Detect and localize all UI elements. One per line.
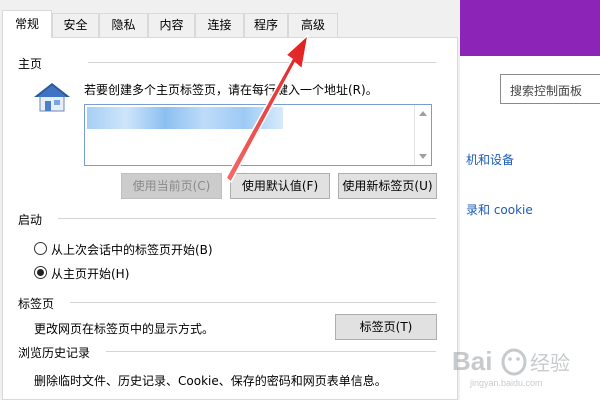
home-instruction: 若要创建多个主页标签页，请在每行键入一个地址(R)。 — [84, 83, 378, 97]
use-default-button[interactable]: 使用默认值(F) — [230, 173, 330, 199]
radio-last-session[interactable] — [34, 242, 47, 255]
history-section-title: 浏览历史记录 — [18, 346, 91, 360]
tab-bar: 常规 安全 隐私 内容 连接 程序 高级 — [0, 0, 460, 38]
tab-advanced[interactable]: 高级 — [288, 13, 338, 37]
control-panel-link-cookie[interactable]: 录和 cookie — [466, 201, 533, 218]
home-page-address-textarea[interactable] — [84, 104, 432, 166]
control-panel-link-devices[interactable]: 机和设备 — [466, 151, 514, 168]
scroll-down-icon[interactable] — [419, 154, 427, 159]
radio-last-session-label[interactable]: 从上次会话中的标签页开始(B) — [51, 241, 213, 258]
tabs-section-divider — [70, 302, 436, 303]
history-section-divider — [106, 351, 436, 352]
tab-security[interactable]: 安全 — [52, 13, 99, 37]
watermark-text-jingyan: 经验 — [530, 351, 570, 375]
control-panel-header — [458, 0, 600, 56]
home-icon — [34, 83, 70, 112]
use-new-tab-button[interactable]: 使用新标签页(U) — [338, 173, 437, 199]
tab-content[interactable]: 内容 — [148, 13, 195, 37]
home-section-title: 主页 — [18, 57, 43, 71]
startup-section-divider — [58, 218, 436, 219]
tab-programs[interactable]: 程序 — [244, 13, 288, 37]
watermark-url: jingyan.baidu.com — [469, 378, 543, 388]
internet-options-dialog: 常规 安全 隐私 内容 连接 程序 高级 主页 若要创建多个主页标签页，请在每行… — [0, 0, 460, 400]
radio-home-page[interactable] — [34, 266, 47, 279]
watermark-text-bai: Bai — [452, 346, 492, 376]
tab-privacy[interactable]: 隐私 — [99, 13, 148, 37]
use-current-button[interactable]: 使用当前页(C) — [121, 173, 222, 199]
history-description: 删除临时文件、历史记录、Cookie、保存的密码和网页表单信息。 — [34, 374, 387, 388]
radio-home-page-label[interactable]: 从主页开始(H) — [51, 265, 129, 282]
address-scrollbar[interactable] — [414, 105, 431, 165]
tabs-settings-button[interactable]: 标签页(T) — [335, 314, 437, 340]
tabs-section-description: 更改网页在标签页中的显示方式。 — [34, 322, 215, 336]
scroll-up-icon[interactable] — [419, 111, 427, 116]
blurred-address — [87, 107, 283, 129]
startup-section-title: 启动 — [18, 213, 43, 227]
tab-general[interactable]: 常规 — [2, 10, 52, 38]
tabs-section-title: 标签页 — [18, 297, 55, 311]
home-section-divider — [88, 62, 436, 63]
baidu-watermark-icon: Bai 经验 jingyan.baidu.com — [452, 346, 570, 388]
tab-connections[interactable]: 连接 — [195, 13, 244, 37]
control-panel-search-input[interactable]: 搜索控制面板 — [500, 74, 600, 104]
